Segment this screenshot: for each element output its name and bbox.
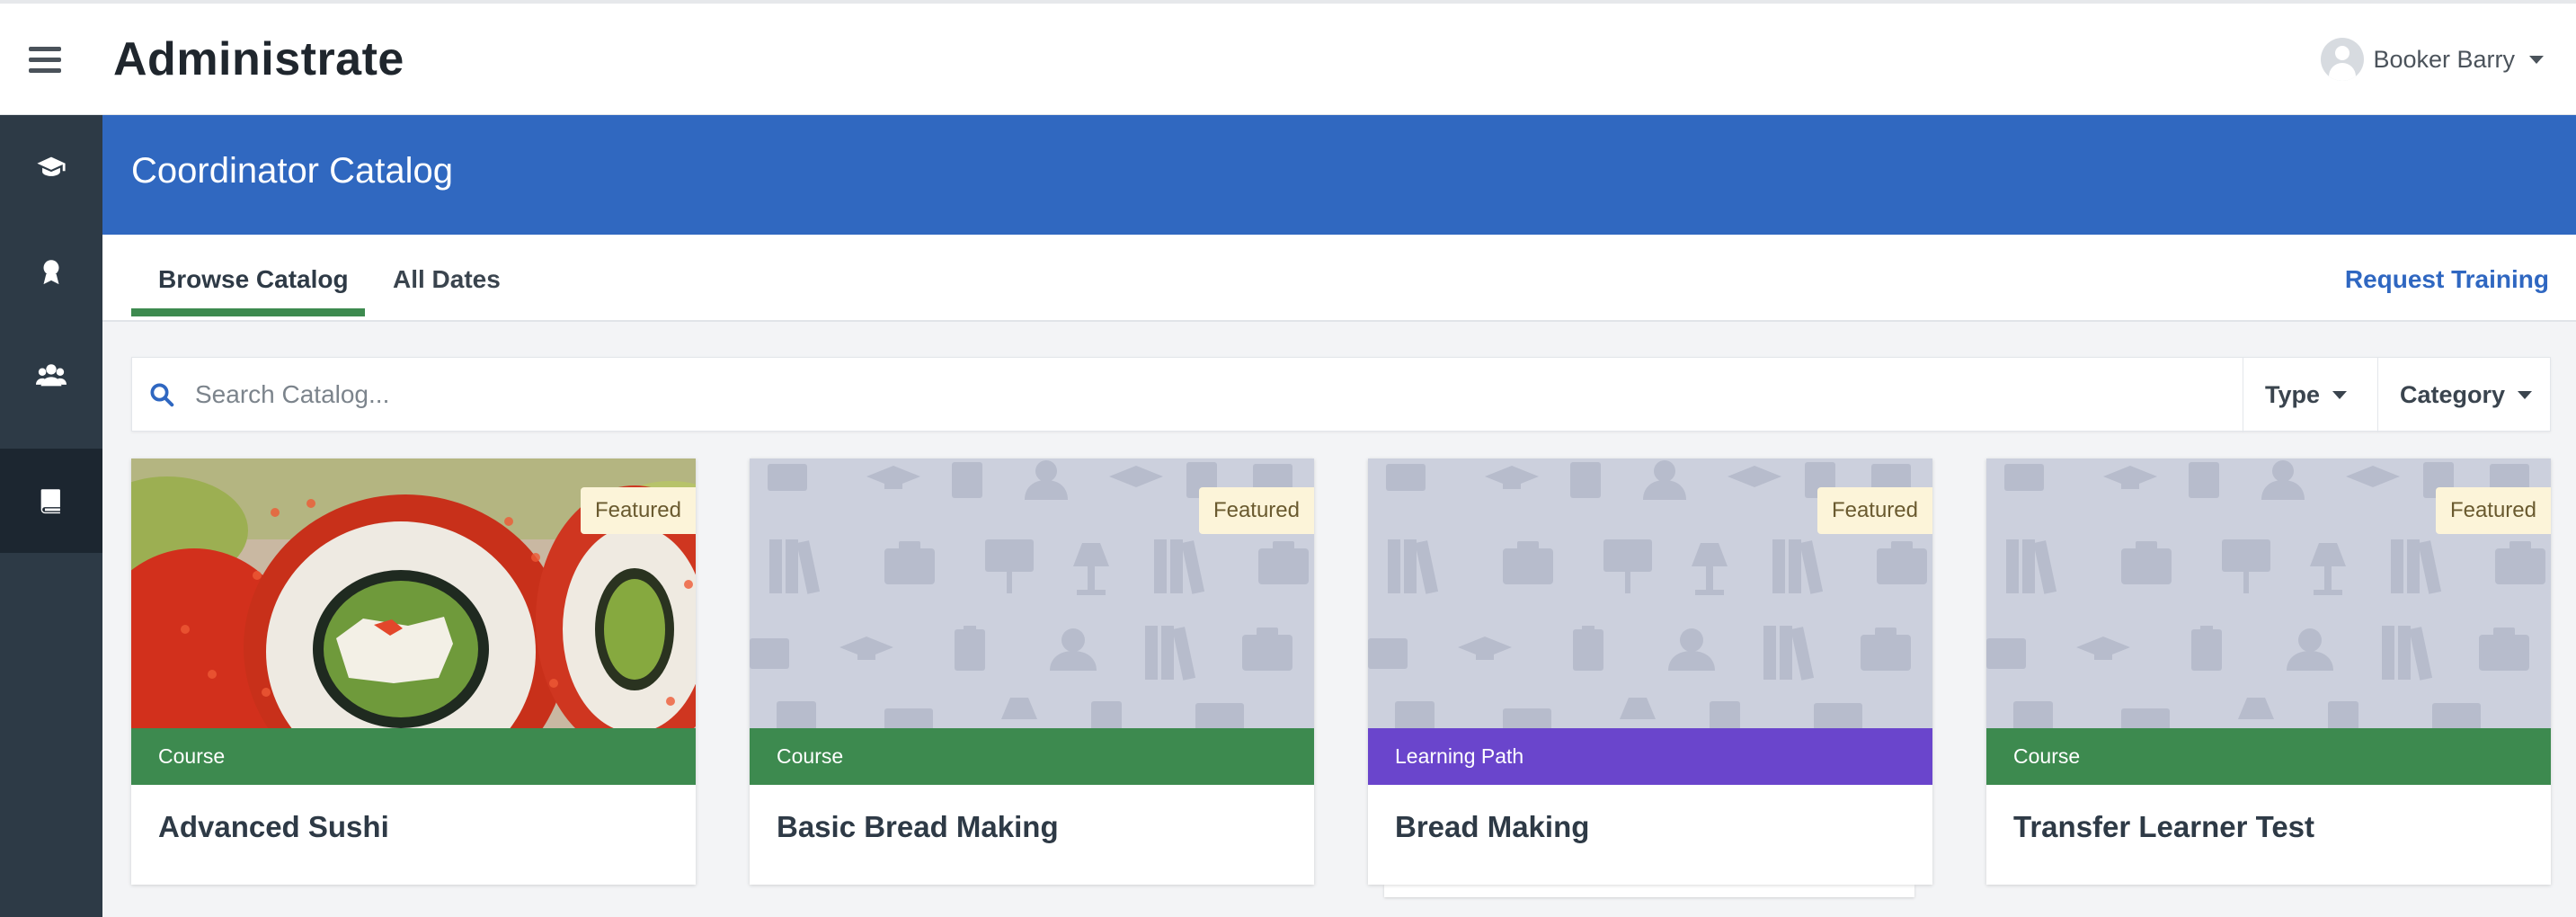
type-filter-dropdown[interactable]: Type xyxy=(2243,358,2377,432)
sidebar-item-learning[interactable] xyxy=(0,115,102,219)
card-type-label: Course xyxy=(750,728,1314,785)
search-icon xyxy=(150,383,174,407)
card-stack-layer xyxy=(1384,885,1914,897)
card-title: Basic Bread Making xyxy=(777,810,1059,843)
page-header: Coordinator Catalog xyxy=(102,115,2576,235)
featured-badge: Featured xyxy=(2435,487,2551,534)
top-bar: Administrate Booker Barry xyxy=(0,0,2576,115)
catalog-card-basic-bread-making[interactable]: Featured Course Basic Bread Making xyxy=(750,458,1314,885)
page-title: Coordinator Catalog xyxy=(131,151,453,191)
featured-badge: Featured xyxy=(580,487,696,534)
card-title: Bread Making xyxy=(1395,810,1590,843)
tab-browse-catalog[interactable]: Browse Catalog xyxy=(158,265,349,294)
category-filter-dropdown[interactable]: Category xyxy=(2377,358,2552,432)
hamburger-menu-icon[interactable] xyxy=(29,47,61,74)
graduation-cap-icon xyxy=(37,156,66,176)
card-type-label: Course xyxy=(131,728,696,785)
card-title: Advanced Sushi xyxy=(158,810,389,843)
avatar xyxy=(2321,38,2365,81)
catalog-card-transfer-learner-test[interactable]: Featured Course Transfer Learner Test xyxy=(1986,458,2551,885)
book-icon xyxy=(40,489,60,514)
card-title: Transfer Learner Test xyxy=(2013,810,2315,843)
sidebar-item-catalog[interactable] xyxy=(0,449,102,553)
course-image-placeholder: Featured xyxy=(1368,458,1932,728)
active-tab-indicator xyxy=(131,308,365,316)
user-name: Booker Barry xyxy=(2373,45,2515,73)
card-type-label: Course xyxy=(1986,728,2551,785)
users-icon xyxy=(36,364,67,387)
app-title: Administrate xyxy=(113,33,404,85)
request-training-link[interactable]: Request Training xyxy=(2345,265,2549,294)
sidebar xyxy=(0,115,102,917)
course-image-placeholder: Featured xyxy=(750,458,1314,728)
tab-all-dates[interactable]: All Dates xyxy=(393,265,501,294)
category-filter-label: Category xyxy=(2400,381,2506,408)
course-image-sushi: Featured xyxy=(131,458,696,728)
type-filter-label: Type xyxy=(2265,381,2321,408)
sidebar-item-users[interactable] xyxy=(0,324,102,428)
chevron-down-icon xyxy=(2518,391,2533,399)
award-icon xyxy=(43,260,59,285)
chevron-down-icon xyxy=(2529,55,2544,64)
catalog-card-advanced-sushi[interactable]: Featured Course Advanced Sushi xyxy=(131,458,696,885)
chevron-down-icon xyxy=(2332,391,2348,399)
featured-badge: Featured xyxy=(1817,487,1932,534)
search-input[interactable] xyxy=(195,372,2172,417)
user-menu[interactable]: Booker Barry xyxy=(2321,38,2544,81)
tab-bar: Browse Catalog All Dates Request Trainin… xyxy=(102,235,2576,322)
card-type-label: Learning Path xyxy=(1368,728,1932,785)
course-image-placeholder: Featured xyxy=(1986,458,2551,728)
catalog-card-bread-making[interactable]: Featured Learning Path Bread Making xyxy=(1368,458,1932,885)
featured-badge: Featured xyxy=(1198,487,1314,534)
sidebar-item-awards[interactable] xyxy=(0,219,102,324)
search-bar: Type Category xyxy=(131,357,2551,432)
